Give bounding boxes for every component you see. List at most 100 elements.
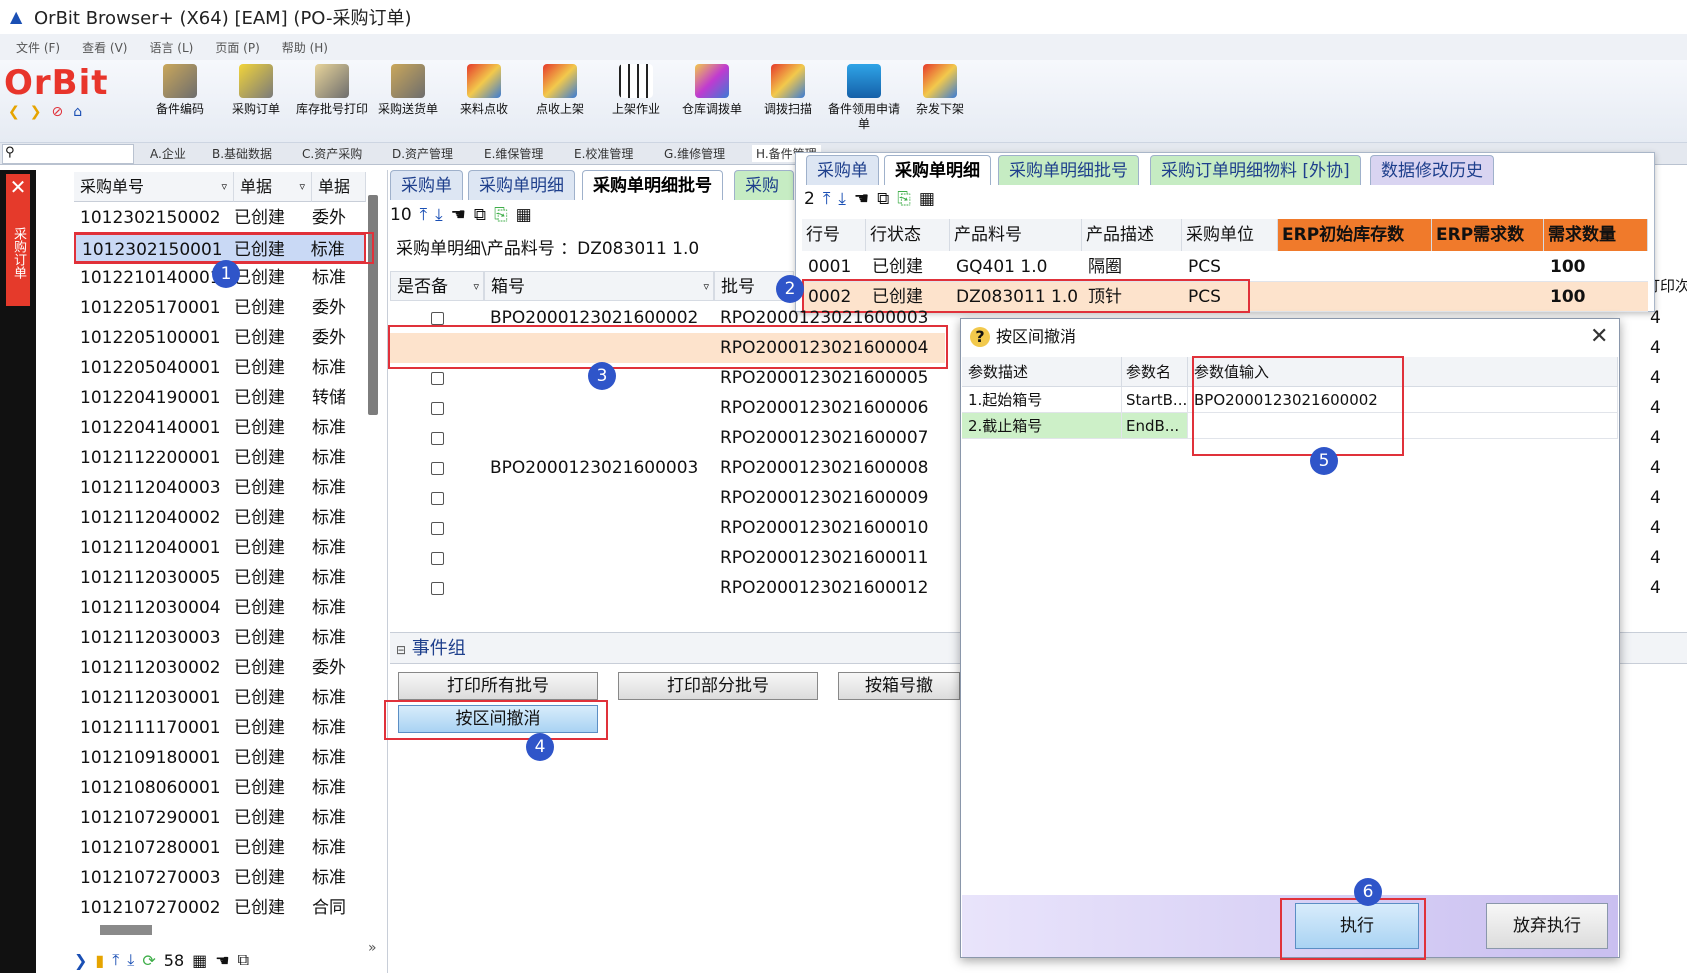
- module-tab-a[interactable]: A.企业: [150, 145, 186, 162]
- popup-tab-material[interactable]: 采购订单明细物料 [外协]: [1150, 155, 1361, 185]
- toolbar-transfer-order-button[interactable]: 仓库调拨单: [672, 64, 752, 140]
- ready-checkbox[interactable]: [431, 372, 444, 385]
- copy-icon[interactable]: ⧉: [238, 950, 249, 970]
- toolbar-misc-issue-button[interactable]: 杂发下架: [900, 64, 980, 140]
- first-icon[interactable]: ⤒: [420, 205, 428, 225]
- print-partial-batches-button[interactable]: 打印部分批号: [618, 672, 818, 700]
- left-grid-row[interactable]: 1012112030005 已创建 标准: [74, 563, 366, 593]
- menu-language[interactable]: 语言 (L): [149, 39, 193, 56]
- left-grid-row[interactable]: 1012112200001 已创建 标准: [74, 443, 366, 473]
- forward-icon[interactable]: ❯: [30, 104, 42, 124]
- menu-view[interactable]: 查看 (V): [82, 39, 127, 56]
- left-grid-row[interactable]: 1012205100001 已创建 委外: [74, 323, 366, 353]
- execute-button[interactable]: 执行: [1295, 903, 1419, 949]
- hand-icon[interactable]: ☚: [854, 189, 869, 209]
- toolbar-incoming-check-button[interactable]: 来料点收: [444, 64, 524, 140]
- left-grid-row[interactable]: 1012112040003 已创建 标准: [74, 473, 366, 503]
- side-tab-purchase-order[interactable]: 采购订单: [6, 200, 30, 306]
- left-grid-row[interactable]: 1012112030004 已创建 标准: [74, 593, 366, 623]
- grid-icon[interactable]: ▦: [516, 205, 532, 225]
- filter-icon[interactable]: ▿: [473, 272, 479, 302]
- cancel-execute-button[interactable]: 放弃执行: [1486, 903, 1608, 949]
- close-icon[interactable]: ✕: [6, 174, 30, 200]
- module-tab-c[interactable]: C.资产采购: [302, 145, 362, 162]
- popup-col-line-status[interactable]: 行状态: [866, 219, 950, 251]
- left-grid-row[interactable]: 1012205040001 已创建 标准: [74, 353, 366, 383]
- menu-page[interactable]: 页面 (P): [215, 39, 259, 56]
- left-grid-row[interactable]: 1012302150002 已创建 委外: [74, 203, 366, 233]
- popup-tab-detail-batch[interactable]: 采购单明细批号: [998, 155, 1139, 185]
- tab-order-material[interactable]: 采购订: [734, 170, 794, 200]
- col-header-po-number[interactable]: 采购单号 ▿: [74, 172, 234, 202]
- left-grid-row[interactable]: 1012302150001 已创建 标准: [74, 233, 366, 263]
- popup-row[interactable]: [802, 252, 1648, 282]
- left-grid-row[interactable]: 1012111170001 已创建 标准: [74, 713, 366, 743]
- ready-checkbox[interactable]: [431, 492, 444, 505]
- popup-tab-history[interactable]: 数据修改历史: [1370, 155, 1494, 185]
- grid-icon[interactable]: ▦: [919, 189, 935, 209]
- left-grid-row[interactable]: 1012112040002 已创建 标准: [74, 503, 366, 533]
- left-grid-row[interactable]: 1012112030001 已创建 标准: [74, 683, 366, 713]
- back-icon[interactable]: ❮: [8, 104, 20, 124]
- param-value-end-input[interactable]: [1188, 413, 1618, 439]
- tab-purchase-order[interactable]: 采购单: [390, 170, 463, 200]
- ready-checkbox[interactable]: [431, 432, 444, 445]
- hand-icon[interactable]: ☚: [451, 205, 466, 225]
- left-grid-row[interactable]: 1012107290001 已创建 标准: [74, 803, 366, 833]
- filter-icon[interactable]: ▿: [221, 172, 227, 202]
- module-tab-e[interactable]: E.维保管理: [484, 145, 543, 162]
- horizontal-scrollbar[interactable]: [100, 925, 152, 935]
- cancel-by-box-button[interactable]: 按箱号撤: [838, 672, 960, 700]
- toolbar-spare-request-button[interactable]: 备件领用申请单: [824, 64, 904, 140]
- toolbar-purchase-order-button[interactable]: 采购订单: [216, 64, 296, 140]
- left-grid-row[interactable]: 1012108060001 已创建 标准: [74, 773, 366, 803]
- tab-order-detail[interactable]: 采购单明细: [468, 170, 575, 200]
- print-all-batches-button[interactable]: 打印所有批号: [398, 672, 598, 700]
- col-header-ready[interactable]: 是否备 ▿: [390, 271, 484, 301]
- left-grid-row[interactable]: 1012112030003 已创建 标准: [74, 623, 366, 653]
- col-header-box-no[interactable]: 箱号 ▿: [484, 271, 714, 301]
- db-icon[interactable]: ▮: [95, 951, 104, 970]
- menu-help[interactable]: 帮助 (H): [282, 39, 328, 56]
- module-tab-d[interactable]: D.资产管理: [392, 145, 453, 162]
- last-icon[interactable]: ⤓: [838, 189, 846, 209]
- toolbar-shelving-button[interactable]: 上架作业: [596, 64, 676, 140]
- stop-icon[interactable]: ⊘: [51, 104, 63, 124]
- last-icon[interactable]: ⤓: [435, 205, 443, 225]
- ready-checkbox[interactable]: [431, 462, 444, 475]
- toolbar-delivery-note-button[interactable]: 采购送货单: [368, 64, 448, 140]
- search-input[interactable]: ⚲: [2, 144, 134, 164]
- col-header-doc-type[interactable]: 单据: [312, 172, 366, 202]
- collapse-icon[interactable]: ⊟: [396, 643, 406, 657]
- left-grid-row[interactable]: 1012107280001 已创建 标准: [74, 833, 366, 863]
- popup-col-erp-demand[interactable]: ERP需求数: [1432, 219, 1544, 251]
- popup-row[interactable]: [802, 282, 1648, 312]
- left-grid-row[interactable]: 1012204140001 已创建 标准: [74, 413, 366, 443]
- ready-checkbox[interactable]: [431, 312, 444, 325]
- popup-col-erp-stock[interactable]: ERP初始库存数: [1278, 219, 1432, 251]
- popup-col-part-no[interactable]: 产品料号: [950, 219, 1082, 251]
- param-value-start-input[interactable]: BPO2000123021600002: [1188, 387, 1618, 413]
- toolbar-spare-code-button[interactable]: 备件编码: [140, 64, 220, 140]
- export-icon[interactable]: ⎘: [494, 205, 508, 225]
- first-icon[interactable]: ⤒: [823, 189, 831, 209]
- dialog-close-icon[interactable]: ✕: [1590, 322, 1608, 352]
- left-grid-row[interactable]: 1012109180001 已创建 标准: [74, 743, 366, 773]
- toolbar-transfer-scan-button[interactable]: 调拨扫描: [748, 64, 828, 140]
- left-grid-row[interactable]: 1012107270002 已创建 合同: [74, 893, 366, 923]
- left-grid-row[interactable]: 1012112030002 已创建 委外: [74, 653, 366, 683]
- copy-icon[interactable]: ⧉: [474, 205, 486, 225]
- filter-icon[interactable]: ▿: [703, 272, 709, 302]
- export-icon[interactable]: ⎘: [897, 189, 911, 209]
- more-icon[interactable]: »: [368, 940, 377, 956]
- col-header-doc[interactable]: 单据 ▿: [234, 172, 312, 202]
- tab-order-detail-batch[interactable]: 采购单明细批号: [582, 170, 723, 200]
- first-icon[interactable]: ⤒: [112, 950, 119, 970]
- home-icon[interactable]: ⌂: [73, 104, 82, 124]
- ready-checkbox[interactable]: [431, 522, 444, 535]
- popup-tab-purchase-order[interactable]: 采购单: [806, 155, 879, 185]
- ready-checkbox[interactable]: [431, 552, 444, 565]
- expand-icon[interactable]: ❯: [74, 951, 87, 970]
- grid-icon[interactable]: ▦: [192, 951, 207, 970]
- refresh-icon[interactable]: ⟳: [142, 951, 155, 970]
